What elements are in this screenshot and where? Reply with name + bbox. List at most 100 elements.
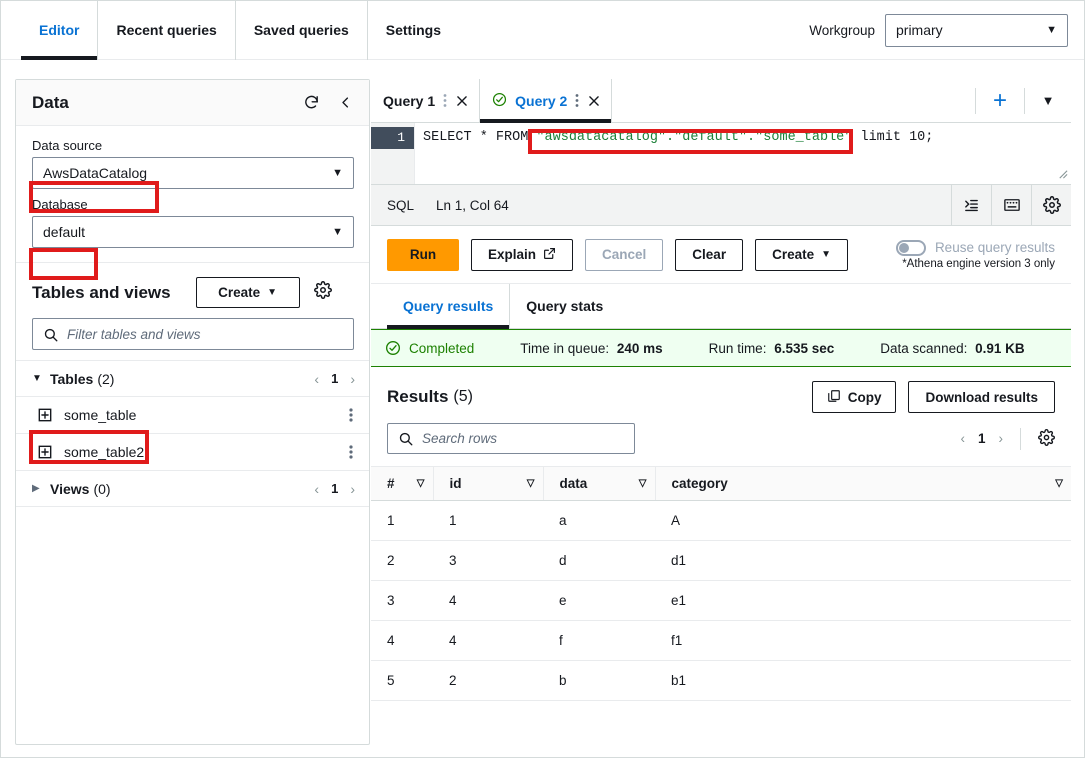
run-button[interactable]: Run [387, 238, 459, 271]
views-prev-page[interactable]: ‹ [314, 481, 319, 497]
column-header-num[interactable]: # ▽ [371, 466, 433, 501]
column-header-data[interactable]: data ▽ [542, 466, 655, 501]
editor-status-bar: SQL Ln 1, Col 64 [371, 184, 1071, 226]
refresh-icon[interactable] [303, 94, 320, 111]
close-icon[interactable] [455, 94, 469, 108]
query-tab-menu-icon[interactable] [443, 93, 447, 108]
format-indent-icon[interactable] [951, 184, 991, 226]
create-table-button[interactable]: Create ▼ [195, 277, 300, 308]
download-results-button-label: Download results [925, 389, 1038, 405]
workgroup-select[interactable]: primary ▼ [885, 13, 1068, 47]
run-button-label: Run [409, 247, 437, 262]
cell-data: a [543, 500, 655, 541]
sort-icon[interactable]: ▽ [527, 478, 535, 489]
results-actions: Copy Download results [811, 381, 1055, 413]
query-tab-query-1[interactable]: Query 1 [371, 79, 481, 122]
reuse-toggle-row[interactable]: Reuse query results [895, 239, 1055, 256]
views-pagination: ‹ 1 › [314, 481, 355, 497]
column-header-data-label: data [559, 476, 588, 491]
data-source-select[interactable]: AwsDataCatalog ▼ [32, 157, 354, 189]
table-row[interactable]: 1 1 a A [371, 500, 1071, 541]
data-source-label: Data source [32, 138, 103, 153]
tab-query-stats[interactable]: Query stats [510, 284, 619, 328]
query-tab-query-2[interactable]: Query 2 [480, 79, 613, 123]
table-row[interactable]: 3 4 e e1 [371, 580, 1071, 621]
table-row[interactable]: 2 3 d d1 [371, 540, 1071, 581]
results-title: Results [387, 387, 449, 406]
tables-pagination: ‹ 1 › [314, 371, 355, 387]
copy-icon [827, 389, 841, 406]
query-success-icon [492, 92, 507, 110]
create-query-button[interactable]: Create ▼ [755, 238, 849, 271]
cell-id: 4 [433, 620, 543, 661]
keyboard-shortcuts-icon[interactable] [991, 184, 1031, 226]
column-header-id[interactable]: id ▽ [432, 466, 543, 501]
workgroup-value: primary [896, 22, 943, 38]
line-number: 1 [371, 127, 414, 149]
download-results-button[interactable]: Download results [908, 381, 1055, 413]
table-row-menu-icon[interactable] [349, 444, 353, 460]
cell-category: d1 [655, 540, 1071, 581]
editor-resize-handle[interactable] [1057, 168, 1068, 182]
gear-icon[interactable] [1038, 428, 1055, 449]
views-next-page[interactable]: › [350, 481, 355, 497]
cell-category: A [655, 500, 1071, 541]
column-header-num-label: # [387, 476, 395, 491]
check-circle-icon [386, 341, 400, 355]
cell-data: e [543, 580, 655, 621]
results-next-page[interactable]: › [999, 431, 1004, 446]
filter-tables-input[interactable]: Filter tables and views [32, 318, 354, 350]
tables-group-count: (2) [97, 370, 115, 387]
results-prev-page[interactable]: ‹ [960, 431, 965, 446]
sql-table-identifier: "awsdatacatalog"."default"."some_table" [536, 130, 853, 145]
copy-button[interactable]: Copy [811, 381, 897, 413]
metric-label: Time in queue: [520, 340, 610, 356]
nav-tab-recent-queries[interactable]: Recent queries [98, 0, 236, 60]
sort-icon[interactable]: ▽ [639, 478, 647, 489]
collapse-left-icon[interactable] [338, 95, 353, 110]
tables-next-page[interactable]: › [350, 371, 355, 387]
column-header-category[interactable]: category ▽ [654, 466, 1071, 501]
chevron-down-icon: ▼ [332, 226, 343, 238]
sidebar-header-actions [303, 94, 353, 111]
views-group-header[interactable]: ▶ Views (0) ‹ 1 › [16, 470, 369, 506]
table-row-menu-icon[interactable] [349, 407, 353, 423]
table-list-item-some_table2[interactable]: some_table2 [16, 433, 369, 470]
tables-prev-page[interactable]: ‹ [314, 371, 319, 387]
nav-tab-recent-queries-label: Recent queries [116, 22, 217, 38]
reuse-query-results-group: Reuse query results *Athena engine versi… [895, 239, 1055, 270]
query-tab-overflow-button[interactable]: ▼ [1025, 93, 1071, 108]
clear-button[interactable]: Clear [675, 238, 744, 271]
expand-table-icon[interactable] [38, 408, 52, 422]
table-row[interactable]: 4 4 f f1 [371, 620, 1071, 661]
sql-code-line[interactable]: SELECT * FROM "awsdatacatalog"."default"… [415, 123, 1071, 184]
explain-button[interactable]: Explain [471, 238, 574, 271]
query-tab-menu-icon[interactable] [575, 93, 579, 108]
tables-group-header[interactable]: ▼ Tables (2) ‹ 1 › [16, 360, 369, 396]
nav-tab-saved-queries[interactable]: Saved queries [236, 0, 368, 60]
table-list-item-some_table[interactable]: some_table [16, 396, 369, 433]
search-rows-input[interactable]: Search rows [387, 423, 635, 454]
sort-icon[interactable]: ▽ [1055, 478, 1063, 489]
sql-editor[interactable]: 1 SELECT * FROM "awsdatacatalog"."defaul… [371, 123, 1071, 185]
gear-icon[interactable] [1031, 184, 1071, 226]
table-row[interactable]: 5 2 b b1 [371, 660, 1071, 701]
nav-tab-editor[interactable]: Editor [21, 0, 99, 60]
cancel-button-label: Cancel [602, 247, 647, 262]
add-query-tab-button[interactable]: + [976, 87, 1024, 115]
tab-query-results[interactable]: Query results [387, 284, 511, 329]
cell-id: 4 [433, 580, 543, 621]
cell-id: 3 [433, 540, 543, 581]
results-header-row: # ▽ id ▽ data ▽ category ▽ [371, 466, 1071, 501]
sort-icon[interactable]: ▽ [417, 478, 425, 489]
copy-button-label: Copy [847, 389, 882, 405]
close-icon[interactable] [587, 94, 601, 108]
query-action-bar: Run Explain Cancel Clear Create ▼ Reuse … [371, 226, 1071, 284]
database-select[interactable]: default ▼ [32, 216, 354, 248]
column-header-category-label: category [671, 476, 728, 491]
expand-table-icon[interactable] [38, 445, 52, 459]
reuse-query-results-toggle[interactable] [895, 239, 926, 256]
nav-tab-settings[interactable]: Settings [368, 1, 459, 60]
metric-value: 240 ms [616, 340, 663, 356]
gear-icon[interactable] [313, 281, 332, 304]
